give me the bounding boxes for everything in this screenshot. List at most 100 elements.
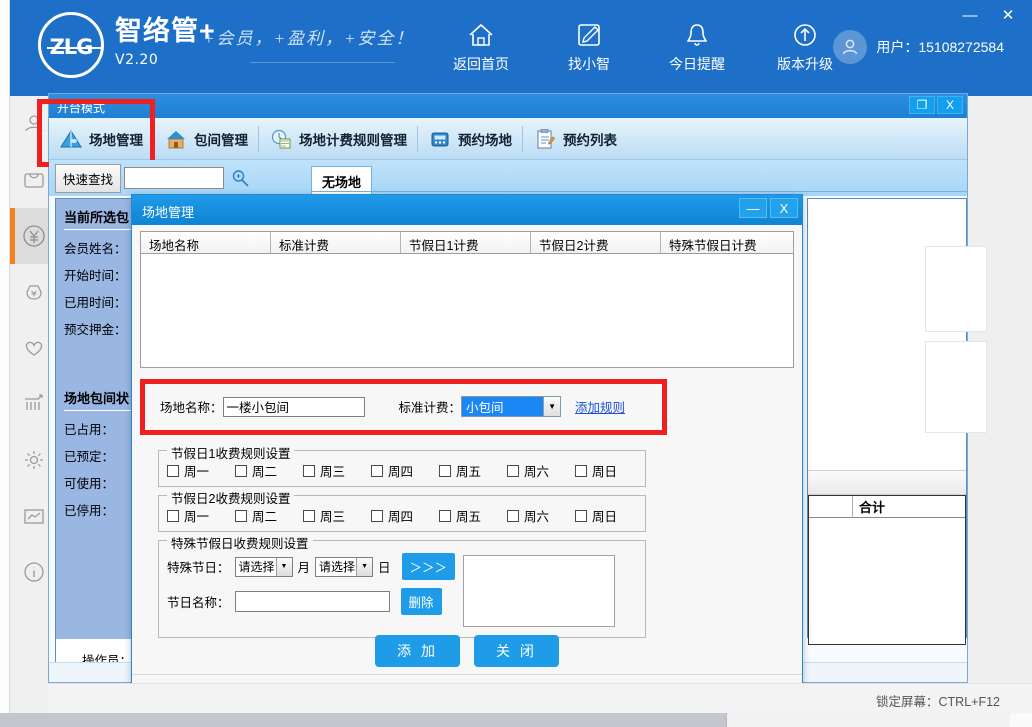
venue-table-th-special: 特殊节假日计费 bbox=[661, 232, 793, 253]
holiday1-legend: 节假日1收费规则设置 bbox=[167, 443, 294, 462]
toolbar-label-reserve-venue: 预约场地 bbox=[458, 129, 512, 149]
holiday2-day-tue[interactable]: 周二 bbox=[235, 506, 303, 525]
special-holiday-listbox[interactable] bbox=[463, 555, 615, 627]
mdi-maximize-button[interactable]: ❐ bbox=[909, 96, 935, 114]
move-right-button[interactable]: ＞＞＞ bbox=[402, 553, 456, 580]
header-nav: 返回首页 找小智 今日提醒 bbox=[450, 18, 836, 84]
venue-table-th-holiday1: 节假日1计费 bbox=[401, 232, 531, 253]
holiday2-day-sat[interactable]: 周六 bbox=[507, 506, 575, 525]
checkbox-icon[interactable] bbox=[575, 465, 587, 477]
holiday1-day-tue[interactable]: 周二 bbox=[235, 461, 303, 480]
holiday1-day-sun[interactable]: 周日 bbox=[575, 461, 643, 480]
window-controls: — ✕ bbox=[958, 4, 1020, 26]
delete-button[interactable]: 删除 bbox=[401, 588, 442, 615]
holiday2-day-fri[interactable]: 周五 bbox=[439, 506, 507, 525]
checkbox-icon[interactable] bbox=[371, 465, 383, 477]
holiday1-day-thu[interactable]: 周四 bbox=[371, 461, 439, 480]
edit-note-icon bbox=[558, 18, 620, 52]
checkbox-icon[interactable] bbox=[439, 510, 451, 522]
nav-label-reminder: 今日提醒 bbox=[666, 54, 728, 74]
venue-table-th-standard: 标准计费 bbox=[271, 232, 401, 253]
toolbar-item-room-management[interactable]: 包间管理 bbox=[154, 118, 258, 160]
search-input[interactable] bbox=[124, 167, 224, 189]
special-month-unit: 月 bbox=[298, 557, 311, 576]
venue-table: 场地名称 标准计费 节假日1计费 节假日2计费 特殊节假日计费 bbox=[140, 231, 794, 368]
holiday2-day-mon[interactable]: 周一 bbox=[167, 506, 235, 525]
toolbar-item-reserve-list[interactable]: 预约列表 bbox=[523, 118, 627, 160]
holiday2-day-label: 周二 bbox=[252, 506, 277, 525]
user-area[interactable]: 用户：15108272584 bbox=[833, 30, 1004, 64]
mdi-toolbar: 场地管理 包间管理 场地计费规则管理 bbox=[49, 118, 967, 160]
toolbar-label-venue-management: 场地管理 bbox=[89, 129, 143, 149]
holiday1-day-mon[interactable]: 周一 bbox=[167, 461, 235, 480]
nav-item-upgrade[interactable]: 版本升级 bbox=[774, 18, 836, 84]
venue-name-input[interactable] bbox=[223, 397, 365, 417]
toolbar-label-reserve-list: 预约列表 bbox=[563, 129, 617, 149]
checkbox-icon[interactable] bbox=[235, 510, 247, 522]
holiday1-fieldset: 节假日1收费规则设置 周一 周二 周三 周四 周五 周六 周日 bbox=[158, 450, 646, 487]
checkbox-icon[interactable] bbox=[507, 510, 519, 522]
brand-version: V2.20 bbox=[115, 52, 216, 68]
standard-fee-select[interactable]: 小包间 ▼ bbox=[461, 396, 561, 417]
chevron-down-icon: ▼ bbox=[356, 558, 372, 576]
checkbox-icon[interactable] bbox=[575, 510, 587, 522]
clock-doc-icon bbox=[269, 127, 293, 151]
checkbox-icon[interactable] bbox=[371, 510, 383, 522]
desktop-taskbar-right bbox=[726, 713, 1032, 727]
holiday1-day-sat[interactable]: 周六 bbox=[507, 461, 575, 480]
nav-item-home[interactable]: 返回首页 bbox=[450, 18, 512, 84]
special-day-unit: 日 bbox=[378, 557, 391, 576]
nav-label-assistant: 找小智 bbox=[558, 54, 620, 74]
close-button[interactable]: ✕ bbox=[996, 4, 1020, 26]
holiday1-day-label: 周四 bbox=[388, 461, 413, 480]
checkbox-icon[interactable] bbox=[303, 465, 315, 477]
nav-item-reminder[interactable]: 今日提醒 bbox=[666, 18, 728, 84]
toolbar-item-fee-rule-management[interactable]: 场地计费规则管理 bbox=[259, 118, 417, 160]
special-name-input[interactable] bbox=[235, 591, 390, 612]
checkbox-icon[interactable] bbox=[507, 465, 519, 477]
checkbox-icon[interactable] bbox=[167, 510, 179, 522]
checkbox-icon[interactable] bbox=[167, 465, 179, 477]
right-grid-th-total: 合计 bbox=[853, 497, 885, 516]
bell-icon bbox=[666, 18, 728, 52]
brand-name: 智络管+ bbox=[115, 14, 216, 48]
holiday2-day-thu[interactable]: 周四 bbox=[371, 506, 439, 525]
chevron-down-icon: ▼ bbox=[276, 558, 292, 576]
add-button[interactable]: 添 加 bbox=[375, 635, 460, 667]
add-rule-link[interactable]: 添加规则 bbox=[575, 397, 625, 416]
nav-item-assistant[interactable]: 找小智 bbox=[558, 18, 620, 84]
dialog-minimize-button[interactable]: — bbox=[739, 198, 767, 218]
magnifier-icon[interactable] bbox=[230, 168, 250, 188]
checkbox-icon[interactable] bbox=[439, 465, 451, 477]
special-month-value: 请选择 bbox=[236, 558, 276, 575]
checkbox-icon[interactable] bbox=[303, 510, 315, 522]
tabs-rule bbox=[311, 191, 967, 192]
app-header: ZLG 智络管+ V2.20 +会员，+盈利，+安全！ 返回首页 bbox=[10, 0, 1032, 96]
toolbar-item-venue-management[interactable]: 场地管理 bbox=[49, 118, 153, 160]
minimize-button[interactable]: — bbox=[958, 4, 982, 26]
mdi-title-text: 开台模式 bbox=[57, 101, 105, 115]
special-day-select[interactable]: 请选择 ▼ bbox=[315, 557, 373, 577]
right-grid-table: 合计 bbox=[808, 495, 966, 645]
holiday1-day-wed[interactable]: 周三 bbox=[303, 461, 371, 480]
quick-search-button[interactable]: 快速查找 bbox=[55, 164, 121, 193]
dialog-close-button[interactable]: X bbox=[770, 198, 798, 218]
close-dialog-button[interactable]: 关 闭 bbox=[474, 635, 559, 667]
chevron-down-icon: ▼ bbox=[543, 397, 560, 416]
holiday2-day-wed[interactable]: 周三 bbox=[303, 506, 371, 525]
toolbar-label-room-management: 包间管理 bbox=[194, 129, 248, 149]
toolbar-item-reserve-venue[interactable]: 预约场地 bbox=[418, 118, 522, 160]
logo-bar bbox=[47, 47, 101, 49]
holiday2-day-sun[interactable]: 周日 bbox=[575, 506, 643, 525]
right-grid-table-head: 合计 bbox=[809, 496, 965, 518]
standard-fee-value: 小包间 bbox=[462, 397, 543, 416]
holiday2-day-label: 周四 bbox=[388, 506, 413, 525]
holiday1-day-fri[interactable]: 周五 bbox=[439, 461, 507, 480]
bar-chart-icon bbox=[21, 391, 47, 417]
holiday2-fieldset: 节假日2收费规则设置 周一 周二 周三 周四 周五 周六 周日 bbox=[158, 495, 646, 532]
avatar bbox=[833, 30, 867, 64]
checkbox-icon[interactable] bbox=[235, 465, 247, 477]
special-month-select[interactable]: 请选择 ▼ bbox=[235, 557, 293, 577]
holiday1-day-label: 周一 bbox=[184, 461, 209, 480]
mdi-close-button[interactable]: X bbox=[937, 96, 963, 114]
